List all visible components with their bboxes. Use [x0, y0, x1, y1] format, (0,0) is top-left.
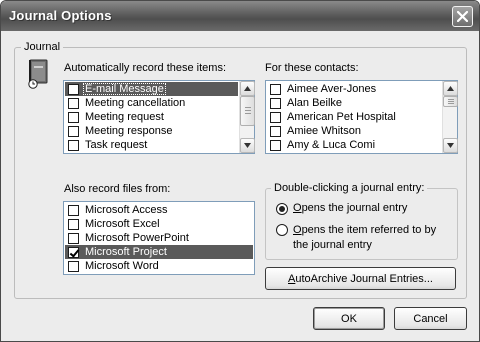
- list-item-label: Alan Beilke: [287, 97, 343, 109]
- list-item-label: E-mail Message: [83, 83, 166, 95]
- scroll-thumb[interactable]: [443, 96, 458, 107]
- list-item-label: Aimee Aver-Jones: [287, 83, 377, 95]
- list-item[interactable]: Aimee Aver-Jones: [267, 82, 441, 96]
- checkbox[interactable]: [270, 83, 281, 95]
- radio-label: Opens the journal entry: [293, 202, 408, 214]
- arrow-up-icon: [447, 86, 454, 91]
- list-item-label: Microsoft Excel: [85, 218, 160, 230]
- list-item[interactable]: Alan Beilke: [267, 96, 441, 110]
- list-item-label: Microsoft Project: [85, 246, 167, 258]
- checkbox[interactable]: [270, 139, 281, 151]
- auto-record-listbox[interactable]: E-mail Message Meeting cancellation Meet…: [63, 80, 255, 154]
- list-item-label: Microsoft Word: [85, 260, 159, 272]
- journal-group-legend: Journal: [21, 41, 64, 53]
- checkbox[interactable]: [68, 260, 79, 272]
- checkbox[interactable]: [270, 97, 281, 109]
- checkbox[interactable]: [270, 111, 281, 123]
- list-item-label: Amy & Luca Comi: [287, 139, 376, 151]
- list-item-label: Microsoft PowerPoint: [85, 232, 189, 244]
- arrow-down-icon: [447, 143, 454, 148]
- list-item[interactable]: Microsoft Access: [65, 203, 253, 217]
- radio-open-journal-entry[interactable]: Opens the journal entry: [276, 202, 407, 215]
- list-item[interactable]: Microsoft PowerPoint: [65, 231, 253, 245]
- contacts-listbox[interactable]: Aimee Aver-Jones Alan Beilke American Pe…: [265, 80, 458, 154]
- files-label: Also record files from:: [64, 183, 171, 195]
- radio-label: Opens the item referred to by the journal…: [293, 224, 437, 251]
- checkbox[interactable]: [68, 218, 79, 230]
- checkbox-checked[interactable]: [68, 246, 79, 258]
- list-item[interactable]: E-mail Message: [65, 82, 238, 96]
- list-item-label: Amiee Whitson: [287, 125, 361, 137]
- radio-button[interactable]: [276, 224, 288, 236]
- checkbox[interactable]: [68, 139, 79, 151]
- list-item-label: American Pet Hospital: [287, 111, 396, 123]
- close-x-icon: [457, 11, 468, 22]
- title-bar[interactable]: Journal Options: [1, 1, 479, 31]
- checkbox[interactable]: [270, 125, 281, 137]
- checkbox[interactable]: [68, 232, 79, 244]
- journal-options-dialog: Journal Options Journal Automatically re…: [0, 0, 480, 342]
- scroll-down-button[interactable]: [443, 138, 458, 153]
- scroll-up-button[interactable]: [443, 81, 458, 96]
- close-button[interactable]: [452, 6, 473, 27]
- journal-book-clock-icon: [28, 59, 48, 89]
- auto-record-scrollbar[interactable]: [239, 81, 255, 153]
- contacts-label: For these contacts:: [265, 62, 359, 74]
- cancel-button[interactable]: Cancel: [394, 307, 467, 330]
- scroll-thumb[interactable]: [240, 96, 255, 126]
- list-item[interactable]: Microsoft Word: [65, 259, 253, 273]
- list-item-label: Meeting cancellation: [85, 97, 186, 109]
- ok-button[interactable]: OK: [313, 307, 385, 330]
- checkbox[interactable]: [68, 83, 79, 95]
- contacts-scrollbar[interactable]: [442, 81, 458, 153]
- checkbox[interactable]: [68, 125, 79, 137]
- files-listbox[interactable]: Microsoft Access Microsoft Excel Microso…: [63, 201, 255, 275]
- autoarchive-journal-entries-button[interactable]: AutoArchive Journal Entries...: [265, 267, 456, 290]
- checkbox[interactable]: [68, 204, 79, 216]
- radio-open-referred-item[interactable]: Opens the item referred to by the journal…: [276, 223, 436, 253]
- scroll-up-button[interactable]: [240, 81, 255, 96]
- checkbox[interactable]: [68, 111, 79, 123]
- checkbox[interactable]: [68, 97, 79, 109]
- list-item[interactable]: Meeting request: [65, 110, 238, 124]
- list-item[interactable]: American Pet Hospital: [267, 110, 441, 124]
- dialog-title: Journal Options: [9, 8, 112, 23]
- arrow-down-icon: [244, 143, 251, 148]
- list-item-label: Microsoft Access: [85, 204, 168, 216]
- list-item[interactable]: Amy & Luca Comi: [267, 138, 441, 152]
- list-item[interactable]: Meeting response: [65, 124, 238, 138]
- auto-record-label: Automatically record these items:: [64, 62, 227, 74]
- list-item-label: Task request: [85, 139, 148, 151]
- list-item-label: Meeting response: [85, 125, 173, 137]
- arrow-up-icon: [244, 86, 251, 91]
- list-item[interactable]: Microsoft Project: [65, 245, 253, 259]
- scroll-down-button[interactable]: [240, 138, 255, 153]
- list-item-label: Meeting request: [85, 111, 164, 123]
- list-item[interactable]: Task request: [65, 138, 238, 152]
- list-item[interactable]: Amiee Whitson: [267, 124, 441, 138]
- list-item[interactable]: Meeting cancellation: [65, 96, 238, 110]
- double-click-legend: Double-clicking a journal entry:: [271, 182, 428, 194]
- list-item[interactable]: Microsoft Excel: [65, 217, 253, 231]
- radio-button-selected[interactable]: [276, 203, 288, 215]
